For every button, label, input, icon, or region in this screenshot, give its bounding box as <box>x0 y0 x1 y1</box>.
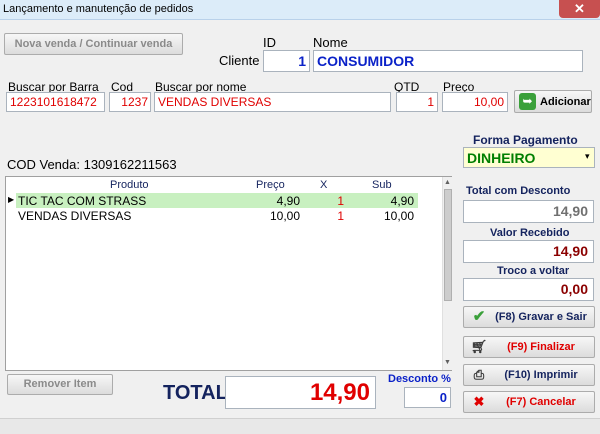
window-title: Lançamento e manutenção de pedidos <box>3 3 194 15</box>
gravar-sair-label: (F8) Gravar e Sair <box>495 311 587 323</box>
title-bar: Lançamento e manutenção de pedidos ✕ <box>0 0 600 20</box>
col-x: X <box>320 179 328 191</box>
checkmark-icon: ✔ <box>472 308 486 325</box>
gravar-sair-button[interactable]: ✔ (F8) Gravar e Sair <box>463 306 595 328</box>
cell-x: 1 <box>337 209 344 223</box>
total-desconto-label: Total com Desconto <box>466 185 571 197</box>
forma-pagamento-value: DINHEIRO <box>467 150 536 166</box>
forma-pagamento-select[interactable]: DINHEIRO ▾ <box>463 147 595 168</box>
scroll-up-icon[interactable]: ▲ <box>444 179 451 186</box>
cell-sub: 10,00 <box>383 209 414 223</box>
cliente-id-field[interactable]: 1 <box>263 50 310 72</box>
grid-scrollbar[interactable]: ▲ ▼ <box>442 177 452 370</box>
col-preco: Preço <box>256 179 285 191</box>
table-row[interactable]: VENDAS DIVERSAS 10,00 1 10,00 <box>16 208 418 223</box>
imprimir-label: (F10) Imprimir <box>504 369 578 381</box>
cell-produto: TIC TAC COM STRASS <box>18 194 147 208</box>
cod-input[interactable]: 1237 <box>109 92 151 112</box>
valor-recebido-label: Valor Recebido <box>490 227 570 239</box>
cart-icon: 🛒︎ <box>470 339 488 354</box>
cart-cancel-icon: ✖ <box>473 394 485 409</box>
nome-label: Nome <box>313 35 348 50</box>
add-arrow-icon: ➥ <box>519 93 536 110</box>
desconto-label: Desconto % <box>388 373 451 385</box>
desconto-input[interactable]: 0 <box>404 387 451 408</box>
nova-venda-button[interactable]: Nova venda / Continuar venda <box>4 33 183 55</box>
cancelar-button[interactable]: ✖ (F7) Cancelar <box>463 391 595 413</box>
cell-preco: 10,00 <box>269 209 300 223</box>
table-row[interactable]: TIC TAC COM STRASS 4,90 1 4,90 <box>16 193 418 208</box>
troco-field: 0,00 <box>463 278 594 301</box>
total-label: TOTAL <box>163 382 228 404</box>
items-grid[interactable]: Produto Preço X Sub ▶ TIC TAC COM STRASS… <box>5 176 452 371</box>
scroll-down-icon[interactable]: ▼ <box>444 359 451 366</box>
remover-item-button[interactable]: Remover Item <box>7 374 113 395</box>
cliente-nome-field[interactable]: CONSUMIDOR <box>313 50 583 72</box>
chevron-down-icon: ▾ <box>585 151 590 161</box>
cell-sub: 4,90 <box>390 194 414 208</box>
col-produto: Produto <box>110 179 149 191</box>
row-indicator-icon: ▶ <box>8 195 15 204</box>
barra-input[interactable]: 1223101618472 <box>6 92 105 112</box>
troco-label: Troco a voltar <box>497 265 570 277</box>
cell-preco: 4,90 <box>276 194 300 208</box>
buscar-nome-input[interactable]: VENDAS DIVERSAS <box>154 92 391 112</box>
finalizar-button[interactable]: 🛒︎ (F9) Finalizar <box>463 336 595 358</box>
finalizar-label: (F9) Finalizar <box>507 341 575 353</box>
printer-icon: ⎙ <box>473 367 485 382</box>
cell-produto: VENDAS DIVERSAS <box>18 209 132 223</box>
total-value-field: 14,90 <box>225 376 376 409</box>
cod-venda-text: COD Venda: 1309162211563 <box>7 157 177 172</box>
cliente-label: Cliente <box>219 53 260 68</box>
preco-input[interactable]: 10,00 <box>442 92 508 112</box>
forma-pagamento-label: Forma Pagamento <box>473 133 578 147</box>
total-desconto-field: 14,90 <box>463 200 594 223</box>
qtd-input[interactable]: 1 <box>396 92 438 112</box>
cell-x: 1 <box>337 194 344 208</box>
status-strip <box>0 418 600 434</box>
close-button[interactable]: ✕ <box>559 0 600 18</box>
valor-recebido-input[interactable]: 14,90 <box>463 240 594 263</box>
scroll-thumb[interactable] <box>444 189 452 301</box>
cancelar-label: (F7) Cancelar <box>506 396 576 408</box>
imprimir-button[interactable]: ⎙ (F10) Imprimir <box>463 364 595 386</box>
id-label: ID <box>263 35 276 50</box>
col-sub: Sub <box>372 179 392 191</box>
adicionar-label: Adicionar <box>540 96 591 108</box>
adicionar-button[interactable]: ➥ Adicionar <box>514 90 592 113</box>
grid-header: Produto Preço X Sub <box>6 177 436 192</box>
